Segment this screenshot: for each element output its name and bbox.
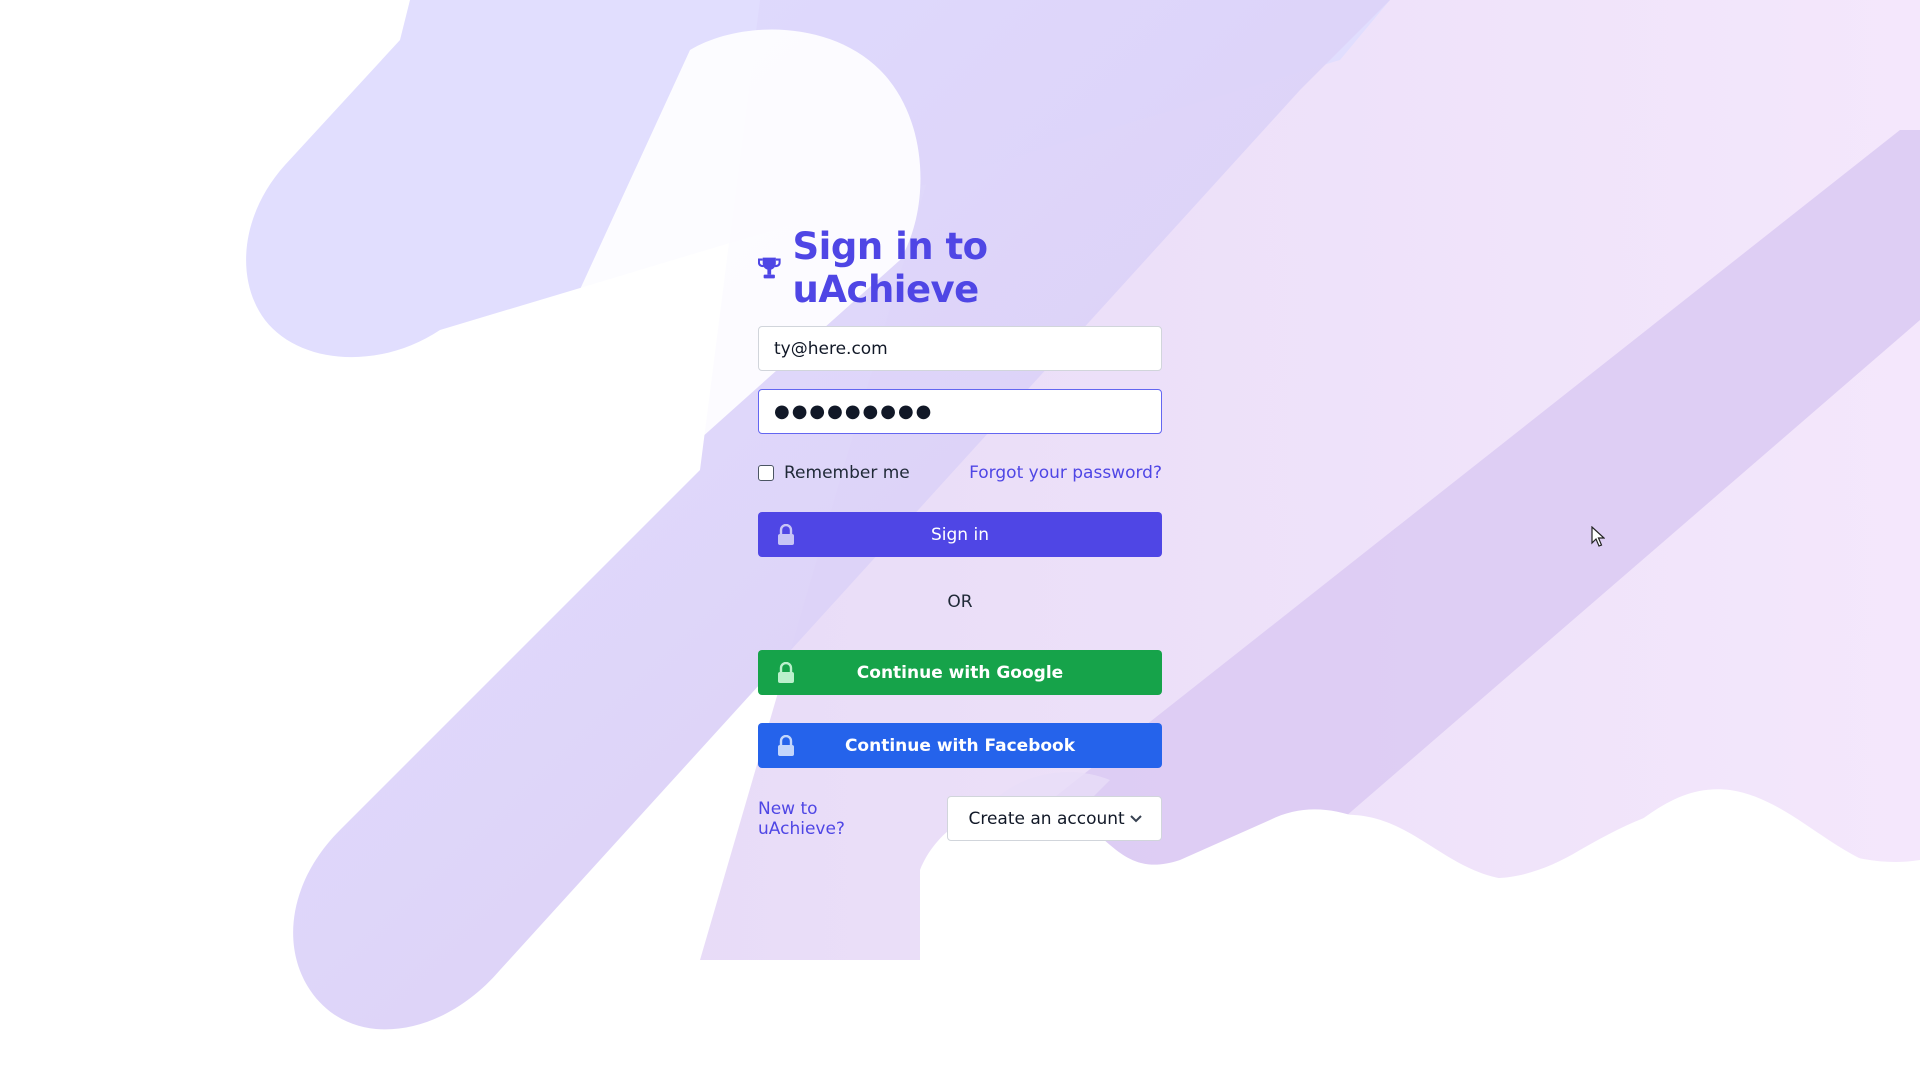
lock-icon bbox=[778, 735, 794, 756]
or-divider: OR bbox=[947, 592, 973, 612]
password-field[interactable] bbox=[758, 389, 1162, 434]
facebook-signin-button[interactable]: Continue with Facebook bbox=[758, 723, 1162, 768]
chevron-down-icon bbox=[1130, 814, 1142, 822]
create-account-label: Create an account bbox=[968, 808, 1125, 829]
page-title: Sign in to uAchieve bbox=[792, 225, 989, 311]
forgot-password-link[interactable]: Forgot your password? bbox=[969, 463, 1162, 483]
email-field[interactable] bbox=[758, 326, 1162, 371]
signin-button-label: Sign in bbox=[931, 524, 989, 545]
google-button-label: Continue with Google bbox=[856, 662, 1064, 683]
lock-icon bbox=[778, 524, 794, 545]
create-account-dropdown[interactable]: Create an account bbox=[947, 796, 1162, 841]
new-user-link[interactable]: New to uAchieve? bbox=[758, 799, 909, 839]
page-header: Sign in to uAchieve bbox=[758, 225, 1162, 311]
lock-icon bbox=[778, 662, 794, 683]
trophy-icon bbox=[758, 257, 781, 279]
facebook-button-label: Continue with Facebook bbox=[844, 735, 1076, 756]
remember-me-label: Remember me bbox=[784, 463, 910, 483]
google-signin-button[interactable]: Continue with Google bbox=[758, 650, 1162, 695]
remember-me[interactable]: Remember me bbox=[758, 463, 910, 483]
signin-card: Sign in to uAchieve Remember me Forgot y… bbox=[758, 225, 1162, 841]
signup-row: New to uAchieve? Create an account bbox=[758, 796, 1162, 841]
mouse-cursor-icon bbox=[1591, 526, 1605, 547]
signin-options: Remember me Forgot your password? bbox=[758, 461, 1162, 485]
signin-button[interactable]: Sign in bbox=[758, 512, 1162, 557]
remember-me-checkbox[interactable] bbox=[758, 465, 774, 481]
